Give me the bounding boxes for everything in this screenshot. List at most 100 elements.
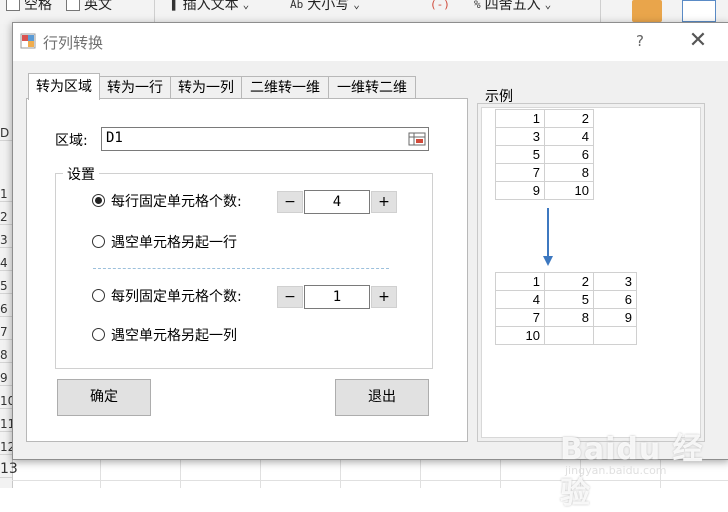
row-header[interactable]: 2 (0, 210, 12, 225)
table-row: 7 8 (495, 163, 594, 182)
table-cell (544, 326, 594, 345)
table-cell: 8 (544, 163, 594, 182)
col-fixed-minus-button[interactable]: − (277, 286, 303, 308)
settings-title: 设置 (63, 164, 99, 184)
area-label: 区域: (55, 133, 88, 149)
table-cell: 2 (544, 109, 594, 128)
row-header[interactable]: 3 (0, 233, 12, 248)
example-after-table: 1 2 3 4 5 6 7 8 9 10 (495, 272, 637, 345)
area-value: D1 (106, 130, 123, 146)
blank-new-row-label: 遇空单元格另起一行 (111, 235, 237, 251)
col-fixed-radio[interactable] (92, 289, 105, 302)
insert-text-label: 插入文本 (182, 0, 239, 13)
english-checkbox[interactable] (66, 0, 80, 11)
case-button[interactable]: Ab 大小写 ⌄ (290, 0, 360, 16)
tab-1d-to-2d[interactable]: 一维转二维 (328, 76, 416, 99)
tab-to-range[interactable]: 转为区域 (28, 73, 100, 100)
row-fixed-minus-button[interactable]: − (277, 191, 303, 213)
formula-tool-button[interactable]: (-) (430, 0, 450, 16)
round-label: 四舍五入 (484, 0, 541, 13)
table-cell: 8 (544, 308, 594, 327)
column-header-partial: D (0, 126, 12, 141)
row-column-transform-dialog: 行列转换 ? ✕ 转为区域 转为一行 转为一列 二维转一维 一维转二维 区域: … (12, 22, 728, 460)
table-cell: 9 (495, 181, 545, 200)
range-select-icon[interactable] (408, 131, 426, 147)
space-checkbox[interactable] (6, 0, 20, 11)
title-bar[interactable]: 行列转换 ? ✕ (13, 23, 728, 61)
table-cell: 5 (544, 290, 594, 309)
exit-button[interactable]: 退出 (335, 379, 429, 416)
ribbon-english-option[interactable]: 英文 (66, 0, 112, 16)
row-header[interactable]: 11 (0, 417, 15, 432)
document-icon[interactable] (682, 0, 716, 22)
grid-line (260, 458, 261, 488)
blank-new-col-label: 遇空单元格另起一列 (111, 328, 237, 344)
ribbon-separator (154, 0, 155, 22)
app-icon (20, 33, 36, 49)
table-cell: 6 (544, 145, 594, 164)
table-cell: 6 (593, 290, 637, 309)
table-row: 5 6 (495, 145, 594, 164)
grid-line (180, 458, 181, 488)
table-cell: 4 (495, 290, 545, 309)
table-cell (593, 326, 637, 345)
table-row: 9 10 (495, 181, 594, 200)
row-header[interactable]: 12 (0, 440, 15, 455)
watermark-url: jingyan.baidu.com (565, 464, 667, 477)
col-fixed-plus-button[interactable]: + (371, 286, 397, 308)
row-header[interactable]: 1 (0, 187, 12, 202)
table-cell: 10 (544, 181, 594, 200)
row-header[interactable]: 5 (0, 279, 12, 294)
table-row: 3 4 (495, 127, 594, 146)
grid-line (100, 458, 101, 488)
row-header[interactable]: 4 (0, 256, 12, 271)
chevron-down-icon: ⌄ (242, 0, 250, 11)
table-cell: 9 (593, 308, 637, 327)
table-cell: 3 (495, 127, 545, 146)
row-header[interactable]: 6 (0, 302, 12, 317)
blank-new-col-radio[interactable] (92, 328, 105, 341)
area-input[interactable]: D1 (101, 127, 429, 151)
chevron-down-icon: ⌄ (353, 0, 360, 11)
table-row: 10 (495, 326, 637, 345)
example-before-table: 1 2 3 4 5 6 7 8 9 10 (495, 109, 594, 200)
paste-icon[interactable] (632, 0, 662, 22)
row-header[interactable]: 10 (0, 394, 15, 409)
help-button[interactable]: ? (625, 29, 655, 53)
case-label: 大小写 (307, 0, 350, 13)
row-fixed-label: 每行固定单元格个数: (111, 194, 242, 210)
table-row: 7 8 9 (495, 308, 637, 327)
row-fixed-plus-button[interactable]: + (371, 191, 397, 213)
insert-text-button[interactable]: ▌ 插入文本 ⌄ (172, 0, 249, 16)
table-cell: 5 (495, 145, 545, 164)
col-fixed-value[interactable]: 1 (304, 285, 370, 309)
tab-2d-to-1d[interactable]: 二维转一维 (241, 76, 329, 99)
round-button[interactable]: % 四舍五入 ⌄ (474, 0, 551, 16)
table-cell: 3 (593, 272, 637, 291)
row-header[interactable]: 8 (0, 348, 12, 363)
table-cell: 7 (495, 163, 545, 182)
table-cell: 4 (544, 127, 594, 146)
case-icon: Ab (290, 0, 304, 11)
table-cell: 1 (495, 272, 545, 291)
table-cell: 1 (495, 109, 545, 128)
table-cell: 2 (544, 272, 594, 291)
ok-button[interactable]: 确定 (57, 379, 151, 416)
row-header[interactable]: 13 (0, 461, 18, 478)
row-header[interactable]: 9 (0, 371, 12, 386)
table-cell: 10 (495, 326, 545, 345)
close-button[interactable]: ✕ (681, 27, 715, 55)
dialog-title: 行列转换 (43, 34, 104, 52)
table-cell: 7 (495, 308, 545, 327)
table-row: 1 2 (495, 109, 594, 128)
tab-to-row[interactable]: 转为一行 (99, 76, 171, 99)
space-label: 空格 (24, 0, 52, 13)
blank-new-row-radio[interactable] (92, 235, 105, 248)
row-fixed-value[interactable]: 4 (304, 190, 370, 214)
row-fixed-radio[interactable] (92, 194, 105, 207)
grid-line (420, 458, 421, 488)
ribbon-space-option[interactable]: 空格 (6, 0, 52, 16)
tab-to-column[interactable]: 转为一列 (170, 76, 242, 99)
grid-line (500, 458, 501, 488)
row-header[interactable]: 7 (0, 325, 12, 340)
